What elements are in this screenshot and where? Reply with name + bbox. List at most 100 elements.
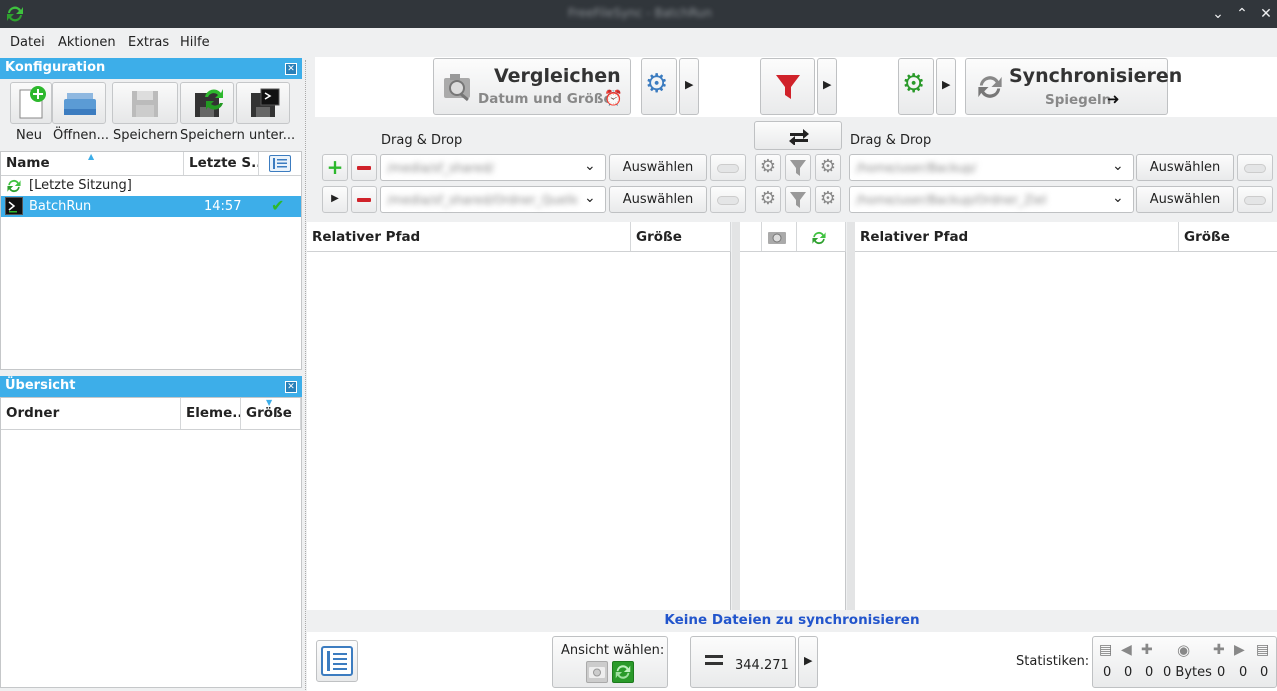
config-row[interactable]: [Letzte Sitzung]	[1, 176, 301, 196]
left-folder-combo-2[interactable]: /media/sf_shared/Ordner_Quelle ⌄	[380, 186, 606, 213]
middle-grid-header	[740, 222, 846, 252]
window-title: FreeFileSync - BatchRun	[568, 6, 712, 20]
arrow-right-icon: ▶	[804, 654, 813, 667]
grid-splitter-left[interactable]	[732, 222, 740, 610]
local-filter-button-2[interactable]	[785, 186, 811, 213]
create-left-icon: ▤	[1099, 642, 1113, 658]
left-select-button-1[interactable]: Auswählen	[609, 154, 707, 181]
menu-extras[interactable]: Extras	[128, 35, 169, 50]
save-config-button[interactable]	[112, 82, 178, 124]
arrow-right-icon: ➜	[1107, 90, 1120, 108]
gear-icon: ⚙	[759, 188, 777, 209]
grid-splitter-right[interactable]	[847, 222, 855, 610]
middle-col-checkbox[interactable]	[740, 222, 762, 251]
config-panel-title: Konfiguration	[0, 58, 302, 79]
stat-delete-left: 0	[1145, 665, 1154, 680]
right-local-settings-button-1[interactable]: ⚙	[815, 154, 841, 181]
filter-button[interactable]	[760, 58, 815, 115]
column-config-icon[interactable]	[269, 155, 291, 172]
close-button[interactable]: ✕	[1256, 4, 1276, 24]
config-panel-toggle-button[interactable]	[316, 640, 358, 682]
col-folder[interactable]: Ordner	[1, 398, 181, 429]
overview-close-icon[interactable]: ✕	[285, 381, 297, 393]
open-icon	[64, 93, 96, 115]
synchronize-button[interactable]: Synchronisieren Spiegeln ➜	[965, 58, 1182, 115]
new-config-button[interactable]	[10, 82, 52, 124]
left-col-path[interactable]: Relativer Pfad	[307, 222, 631, 251]
compare-settings-button[interactable]: ⚙	[641, 58, 677, 115]
gear-icon: ⚙	[819, 188, 837, 209]
add-folder-pair-button[interactable]: +	[322, 154, 348, 181]
overview-title-text: Übersicht	[5, 378, 76, 393]
compare-dropdown-button[interactable]: ▶	[679, 58, 699, 115]
chevron-down-icon: ⌄	[584, 190, 596, 206]
config-list-header: Name ▲ Letzte S...	[1, 152, 301, 176]
middle-action-grid[interactable]	[740, 222, 846, 610]
left-file-grid[interactable]: Relativer Pfad Größe	[307, 222, 731, 610]
col-last-sync[interactable]: Letzte S...	[184, 152, 259, 175]
view-compare-toggle[interactable]	[586, 661, 608, 683]
status-message: Keine Dateien zu synchronisieren	[664, 612, 920, 628]
arrow-right-icon: ▶	[823, 78, 832, 91]
left-folder-path-1: /media/sf_shared/	[387, 161, 494, 175]
config-row-time: 14:57	[204, 199, 242, 214]
remove-folder-pair-button[interactable]	[351, 154, 377, 181]
left-local-settings-button-2[interactable]: ⚙	[755, 186, 781, 213]
right-select-button-2[interactable]: Auswählen	[1136, 186, 1234, 213]
left-grid-header: Relativer Pfad Größe	[307, 222, 731, 252]
col-items[interactable]: Eleme...	[181, 398, 241, 429]
right-folder-combo-2[interactable]: /home/user/Backup/Ordner_Ziel ⌄	[849, 186, 1134, 213]
maximize-button[interactable]: ⌃	[1232, 4, 1252, 24]
filter-dropdown-button[interactable]: ▶	[817, 58, 837, 115]
left-cloud-button-2[interactable]	[710, 186, 746, 213]
left-cloud-button-1[interactable]	[710, 154, 746, 181]
sync-icon	[978, 76, 1002, 98]
left-select-button-2[interactable]: Auswählen	[609, 186, 707, 213]
menu-aktionen[interactable]: Aktionen	[58, 35, 116, 50]
save-as-button[interactable]	[236, 82, 290, 124]
stat-data: 0 Bytes	[1163, 665, 1212, 680]
cloud-icon	[1244, 164, 1266, 173]
expand-folder-pairs-button[interactable]: ▶	[322, 186, 348, 213]
view-sync-toggle[interactable]	[612, 661, 634, 683]
right-local-settings-button-2[interactable]: ⚙	[815, 186, 841, 213]
remove-folder-pair-button-2[interactable]	[351, 186, 377, 213]
config-close-icon[interactable]: ✕	[285, 63, 297, 75]
open-config-button[interactable]	[52, 82, 106, 124]
config-row-selected[interactable]: BatchRun 14:57 ✔	[1, 196, 301, 217]
minimize-button[interactable]: ⌄	[1208, 4, 1228, 24]
compare-icon	[444, 74, 470, 102]
swap-sides-button[interactable]	[754, 121, 842, 150]
left-folder-combo-1[interactable]: /media/sf_shared/ ⌄	[380, 154, 606, 181]
equal-icon	[705, 655, 723, 658]
item-count-box: 344.271	[690, 636, 796, 688]
sync-dropdown-button[interactable]: ▶	[936, 58, 956, 115]
stat-create-left: 0	[1103, 665, 1112, 680]
middle-col-sync[interactable]	[797, 222, 846, 251]
menu-hilfe[interactable]: Hilfe	[180, 35, 210, 50]
left-folder-path-2: /media/sf_shared/Ordner_Quelle	[387, 193, 577, 207]
right-cloud-button-2[interactable]	[1237, 186, 1273, 213]
select-label: Auswählen	[622, 160, 694, 175]
right-folder-combo-1[interactable]: /home/user/Backup/ ⌄	[849, 154, 1134, 181]
arrow-right-icon: ▶	[685, 78, 694, 91]
stat-delete-right: 0	[1260, 665, 1269, 680]
delete-right-icon: ▤	[1256, 642, 1270, 658]
right-select-button-1[interactable]: Auswählen	[1136, 154, 1234, 181]
right-col-path[interactable]: Relativer Pfad	[855, 222, 1179, 251]
menu-datei[interactable]: Datei	[10, 35, 45, 50]
right-cloud-button-1[interactable]	[1237, 154, 1273, 181]
middle-col-compare[interactable]	[762, 222, 797, 251]
local-filter-button-1[interactable]	[785, 154, 811, 181]
right-col-size[interactable]: Größe	[1179, 222, 1277, 251]
save-as-batch-button[interactable]	[180, 82, 234, 124]
menu-bar: Datei Aktionen Extras Hilfe	[0, 28, 1277, 56]
compare-button[interactable]: Vergleichen Datum und Größe ⏰	[433, 58, 631, 115]
equal-icon-bar	[705, 662, 723, 665]
cloud-icon	[1244, 196, 1266, 205]
count-dropdown-button[interactable]: ▶	[798, 636, 818, 688]
left-local-settings-button-1[interactable]: ⚙	[755, 154, 781, 181]
sync-settings-button[interactable]: ⚙	[898, 58, 934, 115]
right-file-grid[interactable]: Relativer Pfad Größe	[855, 222, 1277, 610]
left-col-size[interactable]: Größe	[631, 222, 731, 251]
